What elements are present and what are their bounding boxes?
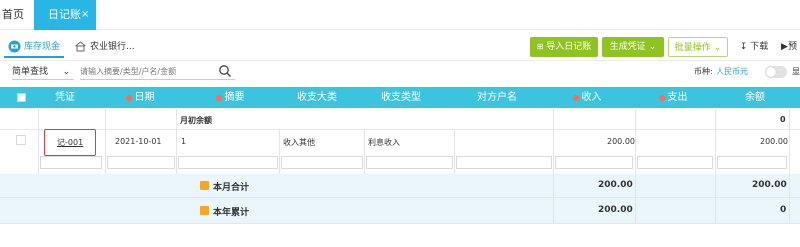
account-tab-cash[interactable]: 库存现金 xyxy=(4,36,64,58)
category-input[interactable] xyxy=(281,156,363,169)
row-summary: 1 xyxy=(181,137,187,146)
generate-voucher-button[interactable]: 生成凭证 ⌄ xyxy=(602,37,664,57)
opening-balance-label: 月初余额 xyxy=(180,116,212,125)
column-header-expense[interactable]: ● 支出 xyxy=(648,87,698,108)
tab-journal[interactable]: 日记账 × xyxy=(34,0,96,30)
download-icon: ↧ xyxy=(739,42,748,52)
table-header: 凭证 ● 日期 ● 摘要 收支大类 收支类型 对方户名 ● 收入 ● 支出 余额 xyxy=(0,87,800,108)
account-tab-label: 库存现金 xyxy=(24,42,61,52)
filter-bar: 简单查找 ⌄ 币种: 人民币元 显 xyxy=(0,62,800,82)
search-mode-select[interactable]: 简单查找 ⌄ xyxy=(12,64,74,80)
currency-select[interactable]: 人民币元 xyxy=(716,66,748,77)
row-date: 2021-10-01 xyxy=(115,137,162,146)
opening-balance-row: 月初余额 0 xyxy=(0,109,800,129)
column-header-income[interactable]: ● 收入 xyxy=(562,87,612,108)
month-total-row: 本月合计 200.00 200.00 xyxy=(0,174,800,197)
bank-icon xyxy=(75,41,86,52)
preview-button[interactable]: ▶预 xyxy=(778,37,800,57)
tab-home[interactable]: 首页 xyxy=(0,0,30,30)
account-tab-bank[interactable]: 农业银行... xyxy=(70,36,140,58)
search-icon[interactable] xyxy=(218,64,232,78)
column-header-category: 收支大类 xyxy=(297,92,337,103)
row-balance: 200.00 xyxy=(760,137,788,146)
toggle-label: 显 xyxy=(792,67,800,76)
account-tab-label: 农业银行... xyxy=(90,42,135,52)
column-header-summary[interactable]: ● 摘要 xyxy=(200,87,260,108)
top-tab-bar: 首页 日记账 × xyxy=(0,0,800,30)
year-total-income: 200.00 xyxy=(598,205,633,215)
chevron-down-icon: ⌄ xyxy=(62,67,70,77)
download-button[interactable]: ↧ 下载 xyxy=(734,37,774,57)
column-header-date[interactable]: ● 日期 xyxy=(110,87,170,108)
search-input[interactable] xyxy=(80,64,235,80)
year-total-row: 本年累计 200.00 0 xyxy=(0,198,800,223)
column-header-voucher: 凭证 xyxy=(55,92,75,103)
expense-input[interactable] xyxy=(637,156,713,169)
column-header-type: 收支类型 xyxy=(381,92,421,103)
table-row[interactable]: 记-001 2021-10-01 1 收入其他 利息收入 200.00 200.… xyxy=(0,130,800,153)
type-input[interactable] xyxy=(366,156,453,169)
highlight-box xyxy=(44,129,96,156)
chevron-down-icon: ⌄ xyxy=(648,42,657,52)
row-category: 收入其他 xyxy=(283,138,315,147)
tab-journal-label: 日记账 xyxy=(48,8,81,21)
close-icon[interactable]: × xyxy=(81,0,89,30)
summary-input[interactable] xyxy=(178,156,278,169)
month-total-balance: 200.00 xyxy=(752,180,787,190)
import-journal-button[interactable]: ⊞ 导入日记账 xyxy=(530,37,598,57)
play-icon: ▶ xyxy=(781,42,788,52)
chevron-down-icon: ⌄ xyxy=(713,43,722,53)
voucher-input[interactable] xyxy=(40,156,102,169)
select-all-checkbox[interactable] xyxy=(17,93,26,102)
display-toggle[interactable] xyxy=(765,66,787,78)
row-type: 利息收入 xyxy=(368,138,400,147)
counterparty-input[interactable] xyxy=(456,156,552,169)
income-input[interactable] xyxy=(555,156,633,169)
row-income: 200.00 xyxy=(607,137,635,146)
column-header-counterparty: 对方户名 xyxy=(477,92,517,103)
row-checkbox[interactable] xyxy=(16,135,26,145)
account-toolbar: 库存现金 农业银行... ⊞ 导入日记账 生成凭证 ⌄ 批量操作 ⌄ ↧ 下载 … xyxy=(0,31,800,61)
new-entry-row xyxy=(0,154,800,172)
balance-input[interactable] xyxy=(717,156,787,169)
expand-icon[interactable] xyxy=(200,181,209,190)
batch-operation-button[interactable]: 批量操作 ⌄ xyxy=(668,37,728,57)
currency-label: 币种: xyxy=(694,67,713,76)
expand-icon[interactable] xyxy=(200,206,209,215)
year-total-label: 本年累计 xyxy=(213,208,250,218)
month-total-label: 本月合计 xyxy=(213,183,250,193)
year-total-balance: 0 xyxy=(780,205,787,215)
date-input[interactable] xyxy=(107,156,175,169)
opening-balance-value: 0 xyxy=(780,115,786,124)
column-header-balance: 余额 xyxy=(745,92,765,103)
month-total-income: 200.00 xyxy=(598,180,633,190)
cash-icon xyxy=(8,40,21,53)
